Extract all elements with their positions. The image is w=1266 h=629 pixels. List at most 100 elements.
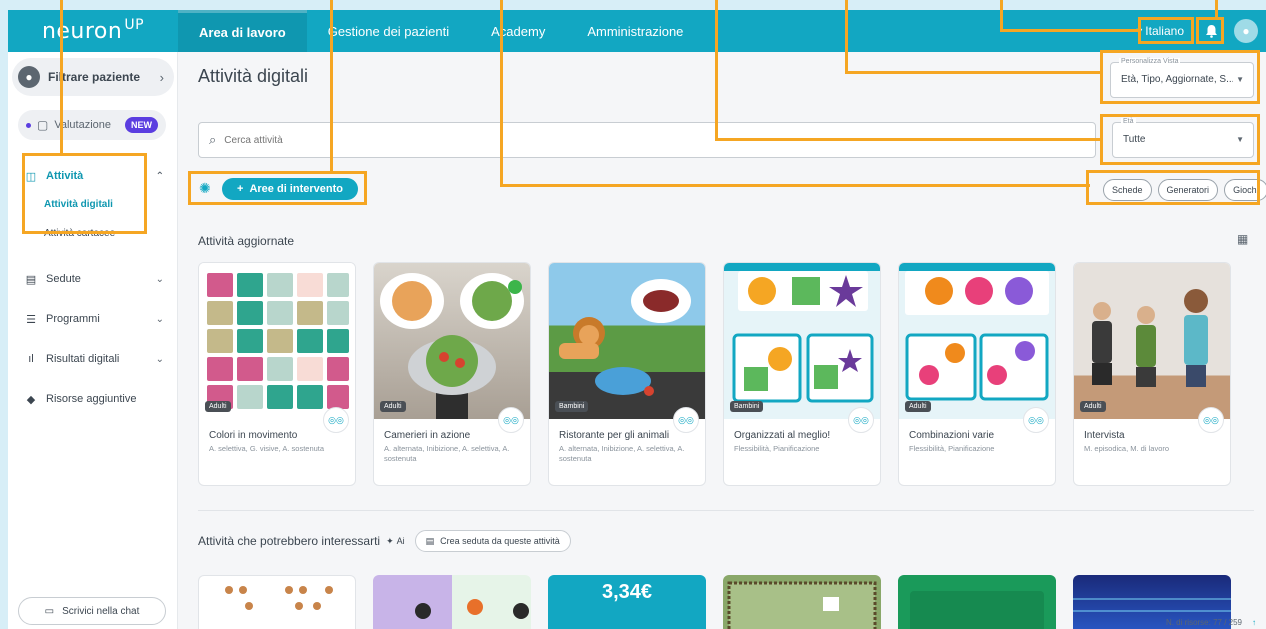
activity-card[interactable]: [723, 575, 881, 629]
nav-gestione-pazienti[interactable]: Gestione dei pazienti: [307, 10, 470, 52]
chip-schede[interactable]: Schede: [1103, 179, 1152, 201]
section-divider: [198, 510, 1254, 511]
valutazione-button[interactable]: ▢ Valutazione NEW: [18, 110, 166, 140]
patient-filter-button[interactable]: ● Filtrare paziente ›: [12, 58, 174, 96]
card-title: Combinazioni varie: [909, 430, 995, 441]
activity-card[interactable]: Bambini ◎◎ Ristorante per gli animali A.…: [548, 262, 706, 486]
sidebar-item-label: Risultati digitali: [46, 353, 120, 365]
color-grid-image: [207, 273, 349, 409]
patient-filter-label: Filtrare paziente: [48, 70, 141, 84]
age-select-value: Tutte: [1123, 134, 1146, 145]
aree-intervento-label: Aree di intervento: [249, 183, 343, 195]
resource-count-label: N. di risorse: 77 / 259: [1165, 618, 1242, 627]
sidebar-item-programmi[interactable]: ☰ Programmi ⌄: [8, 306, 178, 332]
grid-view-icon[interactable]: ▦: [1237, 232, 1248, 246]
create-session-button[interactable]: ▤ Crea seduta da queste attività: [414, 530, 571, 552]
ai-suggestions-header: Attività che potrebbero interessarti ✦ A…: [198, 530, 571, 552]
activity-card[interactable]: Adulti ◎◎ Camerieri in azione A. alterna…: [373, 262, 531, 486]
sidebar-item-risultati[interactable]: ıl Risultati digitali ⌄: [8, 346, 178, 372]
activity-card[interactable]: [373, 575, 531, 629]
sidebar-item-risorse[interactable]: ◆ Risorse aggiuntive: [8, 386, 178, 412]
age-badge: Adulti: [205, 401, 231, 412]
chat-icon: ▭: [44, 605, 55, 617]
top-right-controls: ▾ Italiano ●: [1132, 10, 1258, 52]
chevron-up-icon: ⌃: [155, 170, 164, 182]
activity-card[interactable]: Bambini ◎◎ Organizzati al meglio! Flessi…: [723, 262, 881, 486]
activity-card[interactable]: Adulti ◎◎ Intervista M. episodica, M. di…: [1073, 262, 1231, 486]
age-badge: Bambini: [730, 401, 764, 412]
caret-down-icon: ▼: [1236, 75, 1244, 84]
brain-icon: ✺: [199, 180, 211, 196]
book-icon: ◫: [25, 170, 37, 183]
card-thumbnail: [1074, 263, 1230, 419]
nav-area-di-lavoro[interactable]: Area di lavoro: [178, 10, 307, 52]
card-title: Ristorante per gli animali: [559, 430, 670, 441]
card-tags: Flessibilità, Pianificazione: [909, 444, 995, 453]
app-frame: neuron UP Area di lavoro Gestione dei pa…: [8, 10, 1266, 629]
age-badge: Adulti: [380, 401, 406, 412]
main-content: Attività digitali Personalizza Vista Età…: [179, 52, 1266, 629]
card-tags: M. episodica, M. di lavoro: [1084, 444, 1170, 453]
status-dot: [26, 122, 31, 128]
clipboard-icon: ▢: [37, 118, 49, 132]
calendar-icon: ▤: [425, 535, 435, 546]
search-icon: ⌕: [209, 132, 217, 147]
sidebar: ● Filtrare paziente › ▢ Valutazione NEW …: [8, 52, 178, 629]
view-select-label: Personalizza Vista: [1119, 58, 1181, 65]
search-field[interactable]: ⌕: [198, 122, 1096, 158]
card-tags: A. alternata, Inibizione, A. selettiva, …: [559, 444, 685, 463]
interview-people-image: [1092, 289, 1208, 387]
card-title: Colori in movimento: [209, 430, 298, 441]
sidebar-subitem-attivita-cartacee[interactable]: Attività cartacee: [44, 228, 115, 239]
card-tags: A. alternata, Inibizione, A. selettiva, …: [384, 444, 510, 463]
activity-card[interactable]: [198, 575, 356, 629]
user-avatar[interactable]: ●: [1234, 19, 1258, 43]
ai-tag: ✦ Ai: [386, 536, 405, 547]
view-select[interactable]: Personalizza Vista Età, Tipo, Aggiornate…: [1110, 58, 1254, 98]
activity-card[interactable]: [898, 575, 1056, 629]
calendar-icon: ▤: [25, 273, 37, 286]
chevron-down-icon: ⌄: [155, 273, 164, 285]
card-thumbnail: [374, 263, 530, 419]
logo-text: neuron: [41, 18, 123, 44]
language-selector[interactable]: ▾ Italiano: [1132, 20, 1188, 42]
bar-chart-icon: ıl: [28, 353, 34, 365]
age-badge: Bambini: [555, 401, 589, 412]
type-filter-chips: Schede Generatori Giochi: [1103, 179, 1266, 201]
aree-intervento-button[interactable]: + Aree di intervento: [222, 178, 358, 200]
search-input[interactable]: [224, 134, 1085, 146]
language-label: Italiano: [1145, 24, 1184, 38]
caret-down-icon: ▼: [1236, 135, 1244, 144]
notification-button[interactable]: [1198, 18, 1224, 44]
chat-button[interactable]: ▭ Scrivici nella chat: [18, 597, 166, 625]
chevron-right-icon: ›: [159, 69, 164, 85]
activity-card[interactable]: Adulti ◎◎ Combinazioni varie Flessibilit…: [898, 262, 1056, 486]
sidebar-item-label: Programmi: [46, 313, 100, 325]
patient-avatar-icon: ●: [18, 66, 40, 88]
logo[interactable]: neuron UP: [8, 10, 178, 52]
lion-fish-image: [559, 279, 691, 396]
sidebar-item-attivita[interactable]: ◫ Attività ⌃: [8, 163, 178, 189]
cube-icon: ◆: [26, 393, 36, 406]
activity-card[interactable]: Adulti ◎◎ Colori in movimento A. seletti…: [198, 262, 356, 486]
sidebar-subitem-attivita-digitali[interactable]: Attività digitali: [44, 199, 113, 210]
flowers-combination-image: [899, 263, 1055, 401]
user-icon: ●: [1242, 24, 1250, 38]
updated-cards: Adulti ◎◎ Colori in movimento A. seletti…: [198, 262, 1231, 486]
activity-card[interactable]: 3,34€: [548, 575, 706, 629]
card-thumbnail: [225, 586, 333, 610]
nav-academy[interactable]: Academy: [470, 10, 566, 52]
card-thumbnail: [727, 581, 877, 629]
chip-giochi[interactable]: Giochi: [1224, 179, 1266, 201]
bell-icon: [1205, 25, 1217, 38]
age-badge: Adulti: [905, 401, 931, 412]
card-tags: A. selettiva, G. visive, A. sostenuta: [209, 444, 325, 453]
price-label: 3,34€: [601, 581, 653, 603]
nav-amministrazione[interactable]: Amministrazione: [566, 10, 704, 52]
sidebar-item-label: Attività: [46, 170, 84, 182]
sidebar-item-sedute[interactable]: ▤ Sedute ⌄: [8, 266, 178, 292]
arrow-up-icon[interactable]: ↑: [1252, 618, 1256, 627]
section-title-updated: Attività aggiornate: [198, 234, 295, 248]
chip-generatori[interactable]: Generatori: [1157, 179, 1219, 201]
age-select[interactable]: Età Tutte ▼: [1112, 118, 1254, 158]
